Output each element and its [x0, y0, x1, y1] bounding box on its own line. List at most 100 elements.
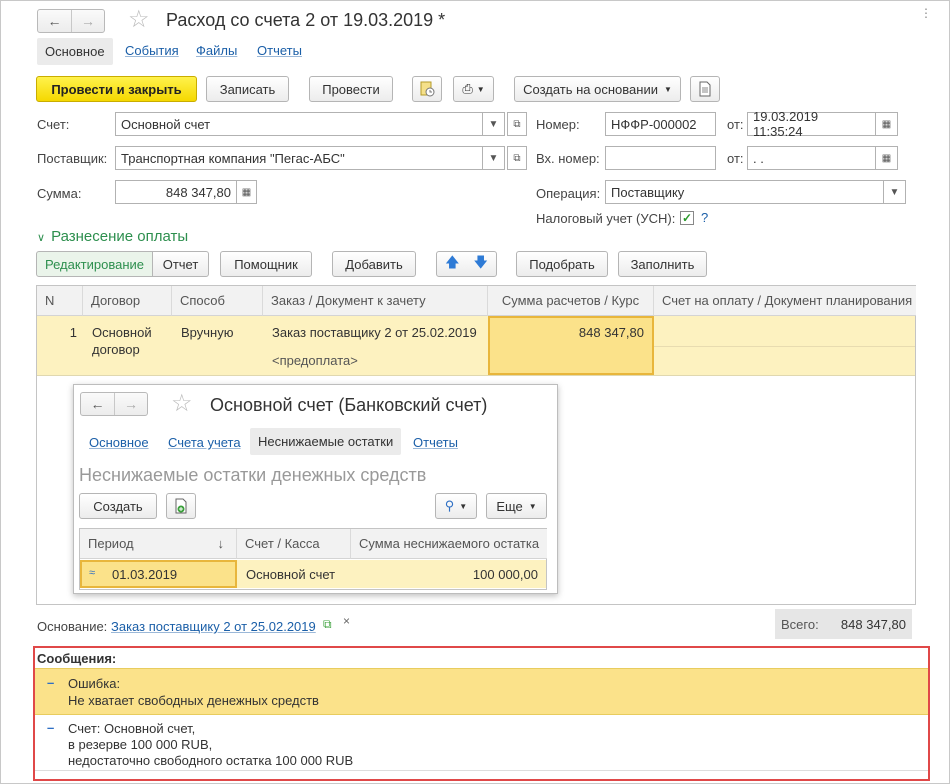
tax-accounting-label: Налоговый учет (УСН):: [536, 211, 676, 226]
record-icon: ≈: [89, 567, 96, 579]
calculator-button[interactable]: ▦: [237, 180, 257, 204]
calculator-icon: ▦: [241, 186, 252, 198]
message-dash-icon: –: [47, 675, 55, 690]
add-document-icon: [175, 498, 187, 514]
column-header-order[interactable]: Заказ / Документ к зачету: [263, 286, 488, 316]
calendar-button[interactable]: ▦: [876, 112, 898, 136]
message-line3: недостаточно свободного остатка 100 000 …: [68, 753, 354, 768]
sum-cell[interactable]: 848 347,80: [488, 316, 654, 375]
total-box: Всего: 848 347,80: [775, 609, 912, 639]
print-button[interactable]: ⎙ ▼: [453, 76, 494, 102]
add-basis-icon[interactable]: ⧉: [323, 617, 332, 632]
operation-field[interactable]: Поставщику: [605, 180, 884, 204]
journal-icon: [420, 81, 435, 97]
account-dropdown-button[interactable]: ▼: [483, 112, 505, 136]
period-cell[interactable]: ≈ 01.03.2019: [80, 560, 237, 588]
popup-tab-min-balances[interactable]: Неснижаемые остатки: [250, 428, 402, 455]
more-label: Еще: [496, 498, 523, 514]
popup-tab-main[interactable]: Основное: [89, 435, 149, 450]
message-item-account[interactable]: – Счет: Основной счет, в резерве 100 000…: [35, 716, 928, 771]
number-label: Номер:: [536, 117, 580, 132]
forward-arrow-icon[interactable]: →: [114, 393, 147, 415]
column-header-account[interactable]: Счет / Касса: [237, 529, 351, 559]
mode-report-button[interactable]: Отчет: [152, 251, 209, 277]
bank-account-popup: ← → ☆ Основной счет (Банковский счет) Ос…: [73, 384, 558, 594]
move-up-arrow-icon[interactable]: 🡅: [445, 252, 459, 276]
tab-main[interactable]: Основное: [37, 38, 113, 65]
search-icon: ⚲: [444, 498, 455, 513]
sum-field[interactable]: 848 347,80: [115, 180, 237, 204]
popup-nav-buttons: ← →: [80, 392, 148, 416]
forward-arrow-icon[interactable]: →: [71, 10, 104, 32]
incoming-calendar-button[interactable]: ▦: [876, 146, 898, 170]
account-open-button[interactable]: ⧉: [507, 112, 527, 136]
supplier-open-button[interactable]: ⧉: [507, 146, 527, 170]
popup-tab-reports[interactable]: Отчеты: [413, 435, 458, 450]
posting-journal-button[interactable]: [412, 76, 442, 102]
section-title: Разнесение оплаты: [51, 228, 189, 245]
message-line2: Не хватает свободных денежных средств: [68, 693, 319, 708]
fill-button[interactable]: Заполнить: [618, 251, 707, 277]
move-buttons: 🡅 🡇: [436, 251, 497, 277]
mode-edit-button[interactable]: Редактирование: [36, 251, 153, 277]
pick-button[interactable]: Подобрать: [516, 251, 608, 277]
column-header-invoice[interactable]: Счет на оплату / Документ планирования: [654, 286, 916, 316]
column-header-sum[interactable]: Сумма расчетов / Курс: [488, 286, 654, 316]
more-vertical-icon[interactable]: ⋮: [920, 6, 932, 20]
add-button[interactable]: Добавить: [332, 251, 416, 277]
incoming-date-field[interactable]: . .: [747, 146, 876, 170]
period-value: 01.03.2019: [112, 567, 178, 582]
column-header-contract[interactable]: Договор: [83, 286, 172, 316]
back-arrow-icon[interactable]: ←: [81, 393, 114, 415]
popup-more-button[interactable]: Еще ▼: [486, 493, 547, 519]
back-arrow-icon[interactable]: ←: [38, 10, 71, 32]
order-cell: Заказ поставщику 2 от 25.02.2019: [272, 325, 477, 340]
column-header-n[interactable]: N: [37, 286, 83, 316]
table-row[interactable]: 1 Основной договор Вручную Заказ поставщ…: [37, 316, 915, 376]
supplier-dropdown-button[interactable]: ▼: [483, 146, 505, 170]
popup-search-button[interactable]: ⚲ ▼: [435, 493, 477, 519]
post-and-close-button[interactable]: Провести и закрыть: [36, 76, 197, 102]
favorite-star-icon[interactable]: ☆: [171, 392, 193, 416]
favorite-star-icon[interactable]: ☆: [128, 8, 150, 32]
popup-create-button[interactable]: Создать: [79, 493, 157, 519]
operation-label: Операция:: [536, 186, 601, 201]
nav-buttons: ← →: [37, 9, 105, 33]
checkmark-icon: ✓: [680, 211, 694, 225]
post-button[interactable]: Провести: [309, 76, 393, 102]
column-header-amount[interactable]: Сумма неснижаемого остатка: [351, 529, 547, 559]
payment-allocation-section-header[interactable]: ∨ Разнесение оплаты: [37, 228, 188, 245]
incoming-number-field[interactable]: [605, 146, 716, 170]
tax-accounting-checkbox[interactable]: ✓: [680, 210, 694, 225]
message-item-error[interactable]: – Ошибка: Не хватает свободных денежных …: [35, 668, 928, 715]
incoming-date-from-label: от:: [727, 151, 744, 166]
tab-reports[interactable]: Отчеты: [257, 43, 302, 58]
clear-basis-icon[interactable]: ×: [343, 614, 350, 628]
document-report-button[interactable]: [690, 76, 720, 102]
dropdown-arrow-icon: ▼: [528, 501, 537, 511]
date-from-label: от:: [727, 117, 744, 132]
column-header-method[interactable]: Способ: [172, 286, 263, 316]
tab-files[interactable]: Файлы: [196, 43, 237, 58]
help-icon[interactable]: ?: [701, 210, 708, 225]
account-field[interactable]: Основной счет: [115, 112, 483, 136]
move-down-arrow-icon[interactable]: 🡇: [474, 252, 488, 276]
create-based-on-label: Создать на основании: [523, 81, 658, 97]
supplier-field[interactable]: Транспортная компания "Пегас-АБС": [115, 146, 483, 170]
column-header-period[interactable]: Период ↓: [80, 529, 237, 559]
date-field[interactable]: 19.03.2019 11:35:24: [747, 109, 876, 139]
basis-link[interactable]: Заказ поставщику 2 от 25.02.2019: [111, 619, 316, 634]
message-line1: Ошибка:: [68, 676, 121, 691]
popup-copy-button[interactable]: [166, 493, 196, 519]
save-button[interactable]: Записать: [206, 76, 289, 102]
create-based-on-button[interactable]: Создать на основании ▼: [514, 76, 681, 102]
helper-button[interactable]: Помощник: [220, 251, 312, 277]
window-title: Расход со счета 2 от 19.03.2019 *: [166, 10, 446, 30]
tab-events[interactable]: События: [125, 43, 179, 58]
table-row[interactable]: ≈ 01.03.2019 Основной счет 100 000,00: [80, 560, 546, 588]
total-value: 848 347,80: [840, 616, 906, 632]
popup-tab-accounts[interactable]: Счета учета: [168, 435, 241, 450]
account-label: Счет:: [37, 117, 70, 132]
operation-dropdown-button[interactable]: ▼: [884, 180, 906, 204]
number-field[interactable]: НФФР-000002: [605, 112, 716, 136]
